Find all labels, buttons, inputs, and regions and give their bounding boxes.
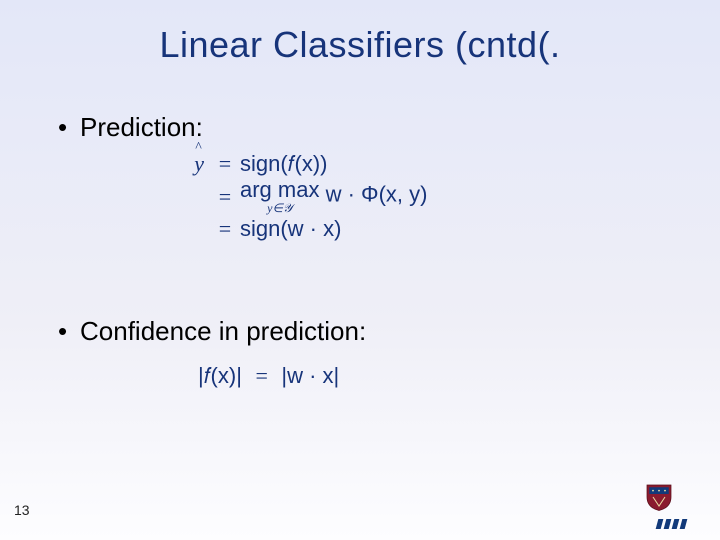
eq-line1-rhs: sign(𝑓(x))	[240, 153, 590, 175]
symbol-equals: =	[210, 153, 240, 175]
bullet-confidence-text: Confidence in prediction:	[80, 316, 366, 346]
conf-lhs: |𝑓(x)|	[198, 363, 242, 388]
logo-stripes-icon	[644, 519, 698, 529]
equation-row-1: y = sign(𝑓(x))	[170, 153, 590, 175]
equation-prediction: y = sign(𝑓(x)) = arg max y∈𝒴 w · Φ(x, y)…	[170, 153, 590, 244]
argmax-subscript: y∈𝒴	[267, 202, 292, 214]
bullet-confidence: •Confidence in prediction:	[58, 316, 366, 347]
symbol-equals-2: =	[210, 186, 240, 208]
eq-line3-rhs: sign(w · x)	[240, 218, 590, 240]
bullet-dot-icon-2: •	[58, 316, 80, 347]
eq-line2-tail: w · Φ(x, y)	[319, 182, 427, 207]
slide: Linear Classifiers (cntd(. •Prediction: …	[0, 0, 720, 540]
conf-rhs: |w · x|	[281, 363, 339, 388]
bullet-prediction: •Prediction:	[58, 112, 203, 143]
symbol-equals-3: =	[210, 218, 240, 240]
symbol-equals-4: =	[247, 363, 275, 388]
slide-title: Linear Classifiers (cntd(.	[0, 24, 720, 66]
symbol-yhat: y	[194, 153, 204, 175]
equation-row-3: = sign(w · x)	[170, 218, 590, 240]
penn-logo-icon	[644, 482, 698, 526]
shield-icon	[644, 482, 674, 512]
equation-confidence: |𝑓(x)| = |w · x|	[198, 363, 339, 389]
equation-row-2: = arg max y∈𝒴 w · Φ(x, y)	[170, 179, 590, 214]
bullet-prediction-text: Prediction:	[80, 112, 203, 142]
argmax-operator: arg max y∈𝒴	[240, 179, 319, 214]
bullet-dot-icon: •	[58, 112, 80, 143]
argmax-text: arg max	[240, 179, 319, 201]
page-number: 13	[14, 502, 30, 518]
